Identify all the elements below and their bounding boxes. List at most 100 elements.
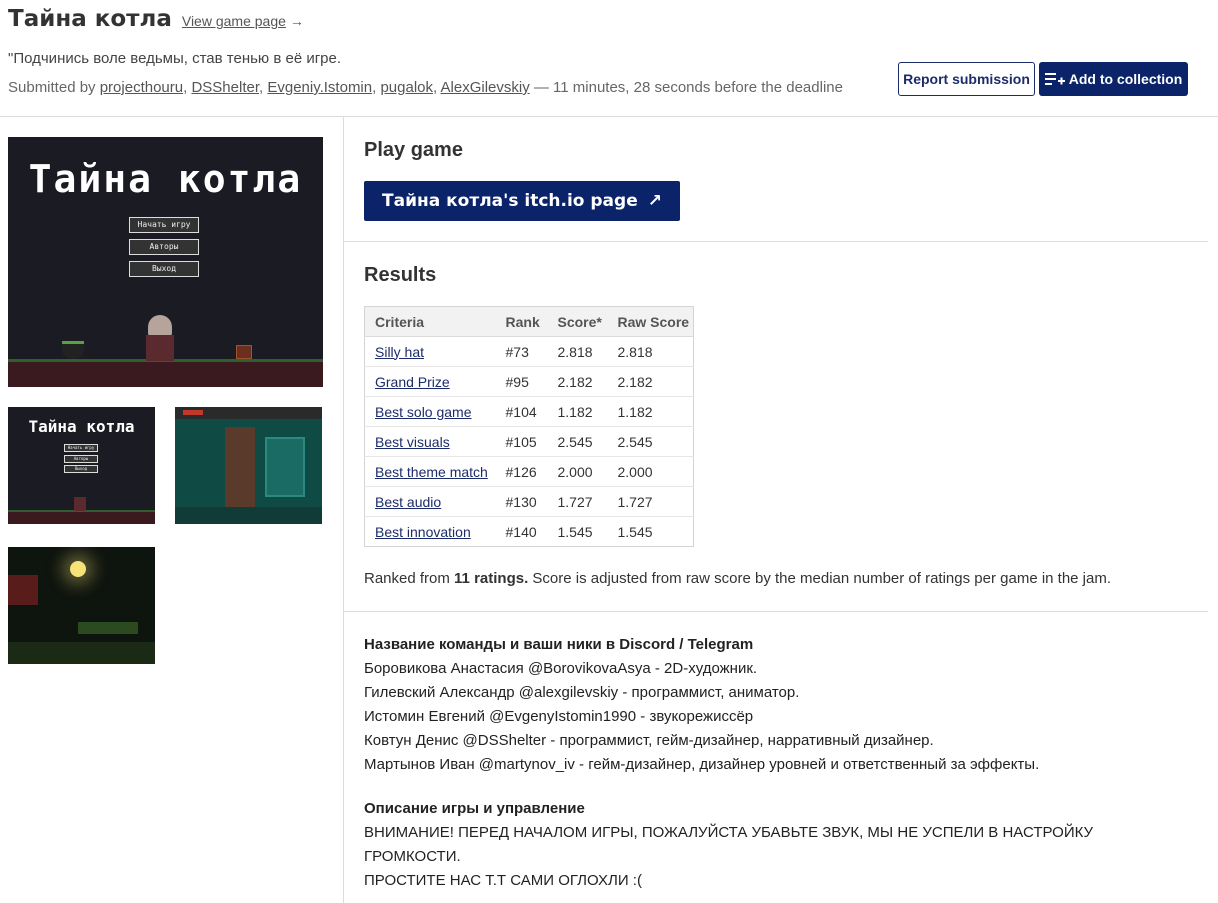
game-line: ГРОМКОСТИ. <box>364 848 461 865</box>
description-team: Название команды и ваши ники в Discord /… <box>364 633 1039 777</box>
criteria-link[interactable]: Best visuals <box>375 434 450 450</box>
arrow-right-icon: → <box>289 13 304 29</box>
view-game-page-link[interactable]: View game page → <box>182 13 304 29</box>
screenshot-menu-button: Выход <box>64 465 98 473</box>
column-header: Raw Score <box>607 306 694 337</box>
author-link[interactable]: pugalok <box>380 79 433 96</box>
column-header: Rank <box>495 306 548 337</box>
table-row: Best theme match #126 2.000 2.000 <box>364 456 694 487</box>
column-divider <box>343 117 344 903</box>
table-row: Best innovation #140 1.545 1.545 <box>364 516 694 547</box>
rank-cell: #95 <box>495 366 548 397</box>
table-row: Grand Prize #95 2.182 2.182 <box>364 366 694 397</box>
screenshot-menu-button: Выход <box>129 261 199 277</box>
report-submission-button[interactable]: Report submission <box>898 62 1035 96</box>
score-cell: 1.182 <box>547 396 608 427</box>
witch-sprite <box>74 497 86 511</box>
submission-header: Тайна котла View game page → "Подчинись в… <box>0 0 1218 117</box>
score-cell: 1.727 <box>547 486 608 517</box>
criteria-cell: Best theme match <box>364 456 496 487</box>
description-game: Описание игры и управление ВНИМАНИЕ! ПЕР… <box>364 797 1093 893</box>
criteria-link[interactable]: Best audio <box>375 494 441 510</box>
witch-body-sprite <box>146 335 174 361</box>
ranked-note: Ranked from 11 ratings. Score is adjuste… <box>364 570 1111 587</box>
game-heading: Описание игры и управление <box>364 800 585 817</box>
level-floor <box>8 642 155 664</box>
screenshot-menu-button: Авторы <box>64 455 98 463</box>
title-row: Тайна котла View game page → <box>8 6 304 32</box>
criteria-cell: Best audio <box>364 486 496 517</box>
add-to-collection-button[interactable]: Add to collection <box>1039 62 1188 96</box>
team-line: Ковтун Денис @DSShelter - программист, г… <box>364 732 934 749</box>
level-light <box>70 561 86 577</box>
team-line: Гилевский Александр @alexgilevskiy - про… <box>364 684 800 701</box>
witch-head-sprite <box>148 315 172 337</box>
screenshot-menu-button: Начать игру <box>129 217 199 233</box>
screenshot-thumbnail-3[interactable] <box>8 547 155 664</box>
results-table: Criteria Rank Score* Raw Score Silly hat… <box>364 306 694 547</box>
itch-page-button[interactable]: Тайна котла's itch.io page ↗ <box>364 181 680 221</box>
screenshot-main[interactable]: Тайна котла Начать игру Авторы Выход <box>8 137 323 387</box>
team-heading: Название команды и ваши ники в Discord /… <box>364 636 754 653</box>
criteria-cell: Silly hat <box>364 336 496 367</box>
table-row: Silly hat #73 2.818 2.818 <box>364 336 694 367</box>
score-cell: 2.000 <box>547 456 608 487</box>
rank-cell: #104 <box>495 396 548 427</box>
ground <box>8 512 155 524</box>
screenshot-menu-button: Авторы <box>129 239 199 255</box>
author-link[interactable]: projecthouru <box>100 79 183 96</box>
level-lava <box>8 575 38 605</box>
table-row: Best solo game #104 1.182 1.182 <box>364 396 694 427</box>
author-link[interactable]: AlexGilevskiy <box>441 79 530 96</box>
ground <box>8 362 323 387</box>
criteria-link[interactable]: Best theme match <box>375 464 488 480</box>
view-game-page-label: View game page <box>181 13 286 29</box>
table-header-row: Criteria Rank Score* Raw Score <box>364 306 694 337</box>
external-link-icon: ↗ <box>647 191 662 211</box>
raw-score-cell: 2.545 <box>607 426 694 457</box>
column-header: Score* <box>547 306 608 337</box>
results-heading: Results <box>364 264 437 286</box>
game-line: ПРОСТИТЕ НАС Т.Т САМИ ОГЛОХЛИ :( <box>364 872 642 889</box>
screenshot-game-title: Тайна котла <box>28 157 303 201</box>
section-divider <box>344 241 1208 242</box>
level-wall <box>265 437 305 497</box>
ranked-prefix: Ranked from <box>364 570 455 587</box>
game-line: ВНИМАНИЕ! ПЕРЕД НАЧАЛОМ ИГРЫ, ПОЖАЛУЙСТА… <box>364 824 1094 841</box>
team-line: Боровикова Анастасия @BorovikovaAsya - 2… <box>364 660 758 677</box>
criteria-link[interactable]: Silly hat <box>375 344 424 360</box>
raw-score-cell: 2.818 <box>607 336 694 367</box>
rank-cell: #130 <box>495 486 548 517</box>
author-link[interactable]: DSShelter <box>191 79 259 96</box>
raw-score-cell: 2.182 <box>607 366 694 397</box>
screenshot-thumbnail-1[interactable]: Тайна котла Начать игру Авторы Выход <box>8 407 155 524</box>
screenshot-thumbnail-2[interactable] <box>175 407 322 524</box>
column-header: Criteria <box>364 306 496 337</box>
add-to-collection-label: Add to collection <box>1068 71 1183 87</box>
screenshot-game-title: Тайна котла <box>28 417 135 436</box>
ranked-suffix: Score is adjusted from raw score by the … <box>528 570 1112 587</box>
deadline-text: — 11 minutes, 28 seconds before the dead… <box>529 79 843 96</box>
author-separator: , <box>433 79 441 96</box>
itch-page-label: Тайна котла's itch.io page <box>382 191 638 211</box>
level-bushes <box>78 622 138 634</box>
raw-score-cell: 2.000 <box>607 456 694 487</box>
ratings-count: 11 ratings. <box>454 570 529 587</box>
raw-score-cell: 1.545 <box>607 516 694 547</box>
rank-cell: #126 <box>495 456 548 487</box>
criteria-link[interactable]: Best solo game <box>375 404 472 420</box>
table-row: Best visuals #105 2.545 2.545 <box>364 426 694 457</box>
play-game-heading: Play game <box>364 139 463 161</box>
criteria-cell: Best innovation <box>364 516 496 547</box>
table-row: Best audio #130 1.727 1.727 <box>364 486 694 517</box>
criteria-link[interactable]: Best innovation <box>375 524 471 540</box>
criteria-cell: Best solo game <box>364 396 496 427</box>
add-to-list-icon <box>1044 73 1065 85</box>
criteria-link[interactable]: Grand Prize <box>375 374 450 390</box>
rank-cell: #73 <box>495 336 548 367</box>
hud-hearts <box>183 410 203 415</box>
author-link[interactable]: Evgeniy.Istomin <box>267 79 372 96</box>
score-cell: 2.545 <box>547 426 608 457</box>
level-tree <box>225 427 255 507</box>
team-line: Истомин Евгений @EvgenyIstomin1990 - зву… <box>364 708 754 725</box>
